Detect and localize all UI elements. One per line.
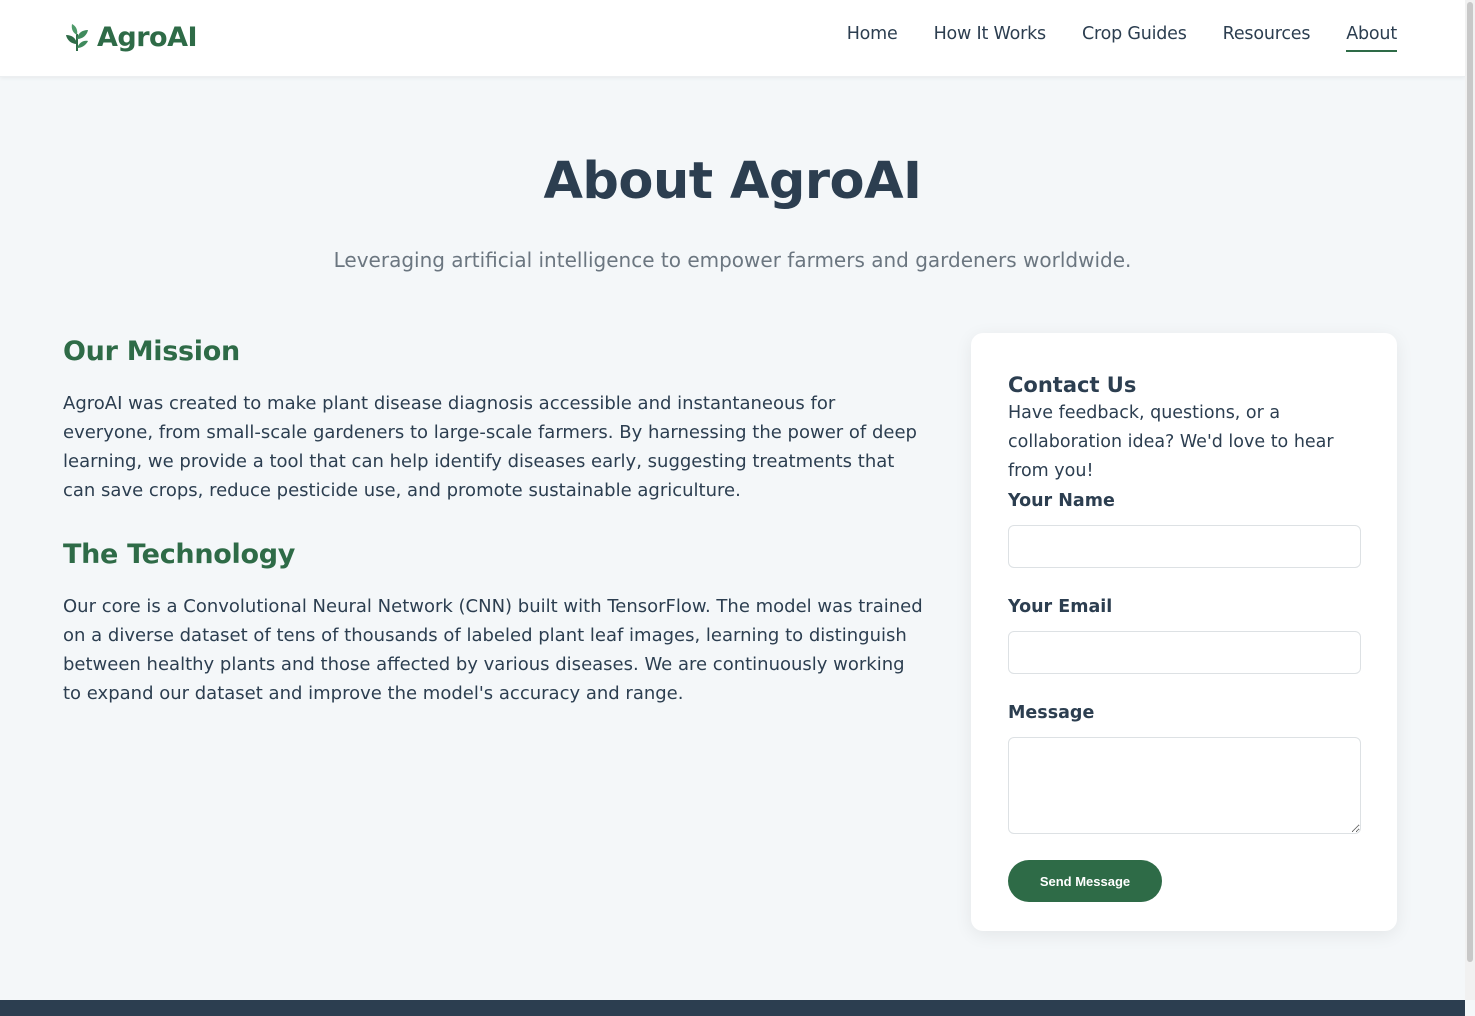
name-input[interactable] xyxy=(1008,525,1361,568)
technology-text: Our core is a Convolutional Neural Netwo… xyxy=(63,596,923,704)
name-label: Your Name xyxy=(1008,491,1115,511)
mission-text: AgroAI was created to make plant disease… xyxy=(63,393,917,501)
nav-crop-guides[interactable]: Crop Guides xyxy=(1082,24,1187,52)
scrollbar-thumb[interactable] xyxy=(1467,2,1473,962)
message-textarea[interactable] xyxy=(1008,737,1361,834)
page-title: About AgroAI xyxy=(543,152,922,211)
contact-form: Your Name Your Email Message Send Messag… xyxy=(1008,486,1361,902)
page-scrollbar[interactable] xyxy=(1465,0,1475,1000)
site-footer xyxy=(0,1000,1465,1016)
contact-title: Contact Us xyxy=(1008,373,1137,397)
about-content: Our Mission AgroAI was created to make p… xyxy=(63,336,923,742)
technology-heading: The Technology xyxy=(63,539,296,570)
mission-heading: Our Mission xyxy=(63,336,240,367)
nav-home[interactable]: Home xyxy=(847,24,898,52)
email-input[interactable] xyxy=(1008,631,1361,674)
nav-about[interactable]: About xyxy=(1346,24,1397,52)
page-subtitle: Leveraging artificial intelligence to em… xyxy=(333,248,1132,272)
contact-intro: Have feedback, questions, or a collabora… xyxy=(1008,403,1334,481)
email-label: Your Email xyxy=(1008,597,1113,617)
leaf-sprig-icon xyxy=(66,24,88,51)
main-nav: Home How It Works Crop Guides Resources … xyxy=(847,24,1397,52)
nav-how-it-works[interactable]: How It Works xyxy=(934,24,1047,52)
send-message-button[interactable]: Send Message xyxy=(1008,860,1162,902)
nav-resources[interactable]: Resources xyxy=(1223,24,1311,52)
logo-text: AgroAI xyxy=(97,21,198,53)
logo[interactable]: AgroAI xyxy=(63,18,198,56)
message-label: Message xyxy=(1008,703,1095,723)
site-header: AgroAI Home How It Works Crop Guides Res… xyxy=(0,0,1465,77)
contact-card: Contact Us Have feedback, questions, or … xyxy=(971,333,1397,931)
